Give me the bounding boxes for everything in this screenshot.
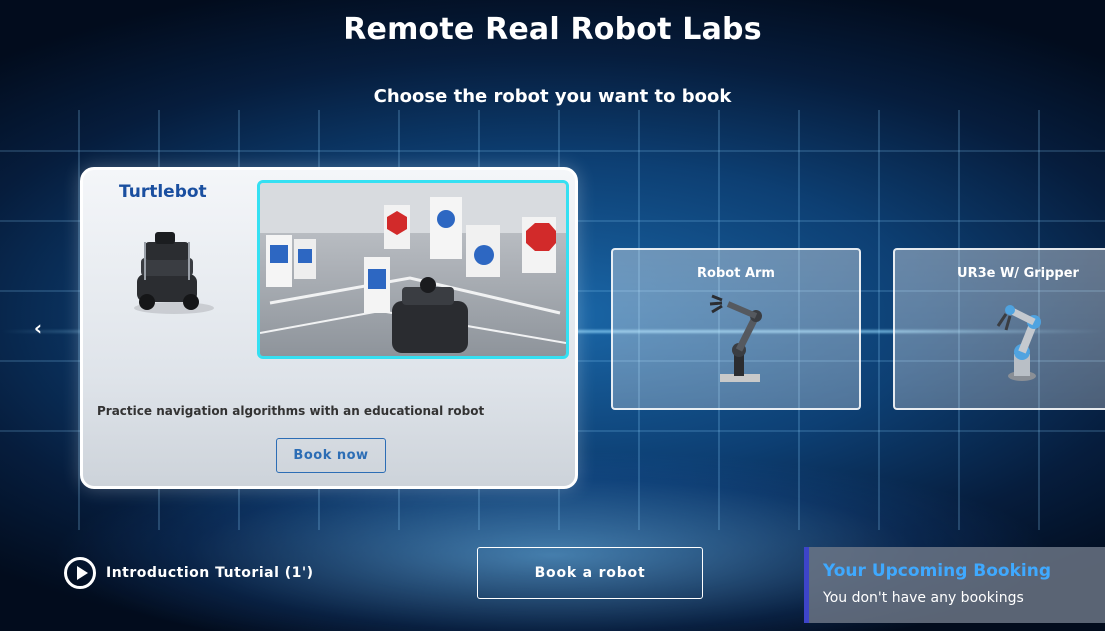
ur3e-gripper-image <box>996 305 1041 381</box>
robot-card-description: Practice navigation algorithms with an e… <box>97 404 485 418</box>
no-bookings-text: You don't have any bookings <box>823 590 1024 606</box>
robot-video-preview[interactable] <box>257 180 569 359</box>
chevron-left-icon[interactable]: ‹ <box>28 316 48 340</box>
play-icon[interactable] <box>64 557 96 589</box>
book-a-robot-button[interactable]: Book a robot <box>477 547 703 599</box>
upcoming-booking-panel: Your Upcoming Booking You don't have any… <box>804 547 1105 623</box>
robot-arena-image <box>260 183 566 356</box>
turtlebot-image <box>134 232 214 314</box>
page-subtitle: Choose the robot you want to book <box>373 86 732 107</box>
robot-card-featured[interactable]: Turtlebot Practice navigation algorithms… <box>80 167 578 489</box>
robot-card-title: UR3e W/ Gripper <box>957 266 1079 281</box>
page-title: Remote Real Robot Labs <box>343 12 762 47</box>
robot-card-robot-arm[interactable]: Robot Arm <box>611 248 861 410</box>
robot-arm-image <box>709 294 762 382</box>
book-now-button[interactable]: Book now <box>276 438 386 473</box>
upcoming-booking-title: Your Upcoming Booking <box>823 561 1052 581</box>
intro-tutorial-label: Introduction Tutorial (1') <box>106 565 314 581</box>
robot-card-ur3e-gripper[interactable]: UR3e W/ Gripper <box>893 248 1105 410</box>
intro-tutorial-link[interactable]: Introduction Tutorial (1') <box>64 557 314 589</box>
robot-card-title: Robot Arm <box>697 266 775 281</box>
robot-card-title: Turtlebot <box>119 182 207 202</box>
